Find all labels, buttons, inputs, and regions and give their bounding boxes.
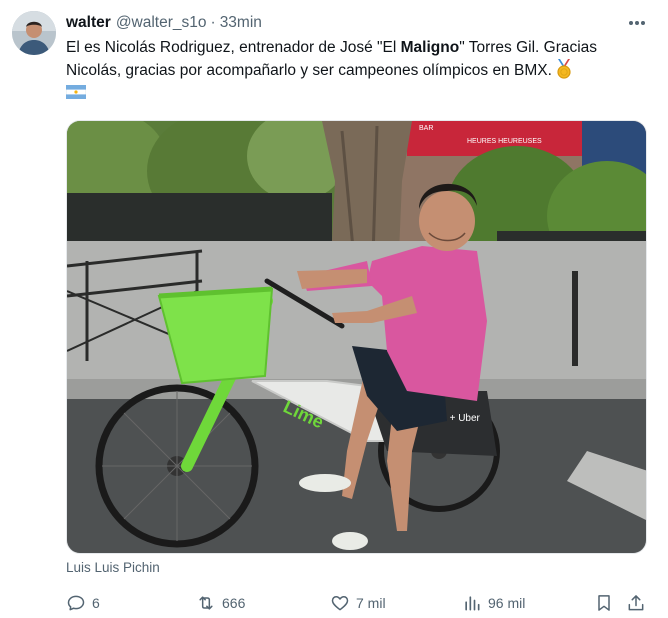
argentina-flag-icon — [66, 85, 86, 99]
cafe-sign: HEURES HEUREUSES — [467, 138, 542, 145]
views-icon — [465, 596, 480, 611]
views-count: 96 mil — [488, 595, 526, 611]
retweet-icon — [199, 596, 213, 610]
views-button[interactable]: 96 mil — [462, 592, 525, 614]
separator-dot: · — [210, 14, 216, 31]
heart-icon — [331, 596, 349, 611]
share-icon — [628, 595, 644, 611]
gold-medal-icon — [557, 59, 571, 79]
tweet[interactable]: walter @walter_s1o · 33min El es Nicolás… — [0, 0, 668, 618]
avatar-image — [12, 11, 56, 55]
more-icon — [629, 21, 645, 25]
tweet-text-bold: Maligno — [400, 39, 460, 56]
tweet-photo[interactable]: BAR HEURES HEUREUSES + Uber Lime — [66, 120, 647, 554]
reply-button[interactable]: 6 — [66, 592, 100, 614]
display-name[interactable]: walter — [66, 14, 111, 32]
retweet-button[interactable]: 666 — [196, 592, 245, 614]
like-button[interactable]: 7 mil — [330, 592, 386, 614]
retweet-count: 666 — [222, 595, 246, 611]
bookmark-icon — [598, 595, 610, 611]
reply-count: 6 — [92, 595, 100, 611]
tweet-header: walter @walter_s1o · 33min — [66, 12, 262, 34]
tweet-text-part1: El es Nicolás Rodriguez, entrenador de J… — [66, 39, 401, 56]
photo-caption[interactable]: Luis Luis Pichin — [66, 560, 160, 575]
tweet-text: El es Nicolás Rodriguez, entrenador de J… — [66, 37, 648, 104]
timestamp[interactable]: 33min — [220, 14, 262, 32]
reply-icon — [67, 595, 85, 611]
share-button[interactable] — [626, 592, 646, 614]
avatar[interactable] — [12, 11, 56, 55]
action-bar: 6 666 7 mil 96 mil — [66, 592, 648, 614]
photo-image: BAR HEURES HEUREUSES + Uber Lime — [67, 121, 646, 553]
like-count: 7 mil — [356, 595, 386, 611]
user-handle[interactable]: @walter_s1o — [116, 14, 207, 32]
bookmark-button[interactable] — [594, 592, 614, 614]
more-options-button[interactable] — [626, 12, 648, 34]
bar-sign: BAR — [419, 125, 433, 132]
